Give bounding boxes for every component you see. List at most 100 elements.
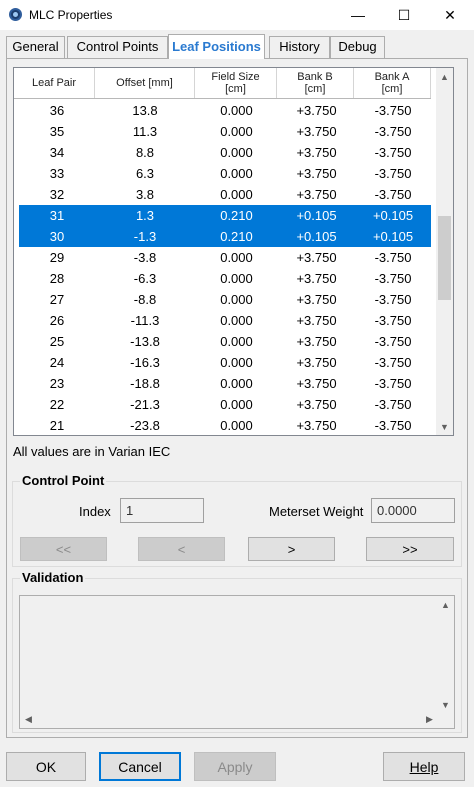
cell-field-size: 0.000 [220,355,253,370]
table-row[interactable]: 27 -8.8 0.000 +3.750 -3.750 [19,289,431,310]
last-control-point-button[interactable]: >> [366,537,454,561]
chevron-right-icon[interactable]: ▶ [421,711,438,728]
table-row[interactable]: 26 -11.3 0.000 +3.750 -3.750 [19,310,431,331]
column-header-offset[interactable]: Offset [mm] [95,68,195,98]
next-control-point-button[interactable]: > [248,537,335,561]
cell-bank-b: +3.750 [296,334,337,349]
tab-leaf-positions[interactable]: Leaf Positions [168,34,265,59]
cell-leaf-pair: 28 [49,271,65,286]
cell-field-size: 0.000 [220,418,253,433]
column-header-leaf-pair[interactable]: Leaf Pair [14,68,95,98]
minimize-button[interactable]: — [335,0,381,30]
table-row[interactable]: 33 6.3 0.000 +3.750 -3.750 [19,163,431,184]
table-row[interactable]: 32 3.8 0.000 +3.750 -3.750 [19,184,431,205]
index-field[interactable]: 1 [120,498,204,523]
grid-header: Leaf Pair Offset [mm] Field Size [cm] Ba… [14,68,431,99]
cell-bank-b: +0.105 [296,208,337,223]
title-bar: MLC Properties — ☐ ✕ [0,0,474,30]
cell-bank-a: -3.750 [374,355,412,370]
previous-control-point-button[interactable]: < [138,537,225,561]
header-text: Bank A [374,71,410,83]
table-row[interactable]: 24 -16.3 0.000 +3.750 -3.750 [19,352,431,373]
vertical-scrollbar[interactable]: ▲ ▼ [436,68,453,435]
minimize-icon: — [351,7,365,23]
scroll-thumb[interactable] [438,216,451,300]
cell-leaf-pair: 25 [49,334,65,349]
table-row[interactable]: 21 -23.8 0.000 +3.750 -3.750 [19,415,431,435]
cell-leaf-pair: 23 [49,376,65,391]
validation-horizontal-scrollbar[interactable]: ◀ ▶ [20,711,438,728]
cell-bank-b: +3.750 [296,166,337,181]
apply-button[interactable]: Apply [194,752,276,781]
cell-leaf-pair: 22 [49,397,65,412]
header-text: Field Size [211,71,260,83]
chevron-up-icon[interactable]: ▲ [437,596,454,613]
chevron-left-icon[interactable]: ◀ [20,711,37,728]
first-control-point-button[interactable]: << [20,537,107,561]
cell-bank-a: -3.750 [374,124,412,139]
cell-offset: -16.3 [130,355,160,370]
column-header-field-size[interactable]: Field Size [cm] [195,68,277,98]
control-point-title: Control Point [20,473,107,488]
cell-bank-a: -3.750 [374,313,412,328]
cell-offset: -3.8 [133,250,157,265]
help-button[interactable]: Help [383,752,465,781]
cell-bank-b: +3.750 [296,145,337,160]
window-title: MLC Properties [29,8,113,22]
cell-bank-b: +0.105 [296,229,337,244]
close-button[interactable]: ✕ [427,0,473,30]
table-row[interactable]: 34 8.8 0.000 +3.750 -3.750 [19,142,431,163]
index-label: Index [79,504,111,519]
cell-offset: 6.3 [135,166,155,181]
cell-bank-b: +3.750 [296,376,337,391]
cancel-button[interactable]: Cancel [99,752,181,781]
cell-leaf-pair: 35 [49,124,65,139]
cell-bank-b: +3.750 [296,124,337,139]
table-row[interactable]: 23 -18.8 0.000 +3.750 -3.750 [19,373,431,394]
cell-bank-b: +3.750 [296,418,337,433]
cell-field-size: 0.000 [220,145,253,160]
chevron-down-icon[interactable]: ▼ [437,696,454,713]
cell-bank-a: -3.750 [374,376,412,391]
table-row[interactable]: 25 -13.8 0.000 +3.750 -3.750 [19,331,431,352]
header-unit: [cm] [225,83,246,95]
leaf-positions-grid[interactable]: Leaf Pair Offset [mm] Field Size [cm] Ba… [13,67,454,436]
table-row[interactable]: 30 -1.3 0.210 +0.105 +0.105 [19,226,431,247]
cell-leaf-pair: 33 [49,166,65,181]
cell-leaf-pair: 29 [49,250,65,265]
table-row[interactable]: 22 -21.3 0.000 +3.750 -3.750 [19,394,431,415]
table-row[interactable]: 29 -3.8 0.000 +3.750 -3.750 [19,247,431,268]
help-label: Help [409,758,439,775]
column-header-bank-a[interactable]: Bank A [cm] [354,68,431,98]
cell-bank-a: -3.750 [374,166,412,181]
cell-leaf-pair: 36 [49,103,65,118]
table-row[interactable]: 28 -6.3 0.000 +3.750 -3.750 [19,268,431,289]
meterset-weight-field[interactable]: 0.0000 [371,498,455,523]
tab-debug[interactable]: Debug [330,36,385,58]
ok-button[interactable]: OK [6,752,86,781]
cell-field-size: 0.000 [220,376,253,391]
tab-history[interactable]: History [269,36,330,58]
chevron-up-icon[interactable]: ▲ [436,68,453,85]
cell-leaf-pair: 31 [49,208,65,223]
cell-offset: -8.8 [133,292,157,307]
cell-offset: 3.8 [135,187,155,202]
cell-offset: 8.8 [135,145,155,160]
validation-messages[interactable]: ▲ ▼ ◀ ▶ [19,595,455,729]
tab-control-points[interactable]: Control Points [67,36,168,58]
cell-leaf-pair: 26 [49,313,65,328]
cell-bank-a: -3.750 [374,103,412,118]
cell-offset: 13.8 [132,103,158,118]
table-row[interactable]: 36 13.8 0.000 +3.750 -3.750 [19,100,431,121]
cell-bank-a: -3.750 [374,418,412,433]
chevron-down-icon[interactable]: ▼ [436,418,453,435]
maximize-button[interactable]: ☐ [381,0,427,30]
header-text: Bank B [297,71,333,83]
table-row[interactable]: 35 11.3 0.000 +3.750 -3.750 [19,121,431,142]
cell-bank-b: +3.750 [296,355,337,370]
cell-bank-b: +3.750 [296,103,337,118]
column-header-bank-b[interactable]: Bank B [cm] [277,68,354,98]
tab-general[interactable]: General [6,36,65,58]
table-row[interactable]: 31 1.3 0.210 +0.105 +0.105 [19,205,431,226]
validation-vertical-scrollbar[interactable]: ▲ ▼ [437,596,454,713]
